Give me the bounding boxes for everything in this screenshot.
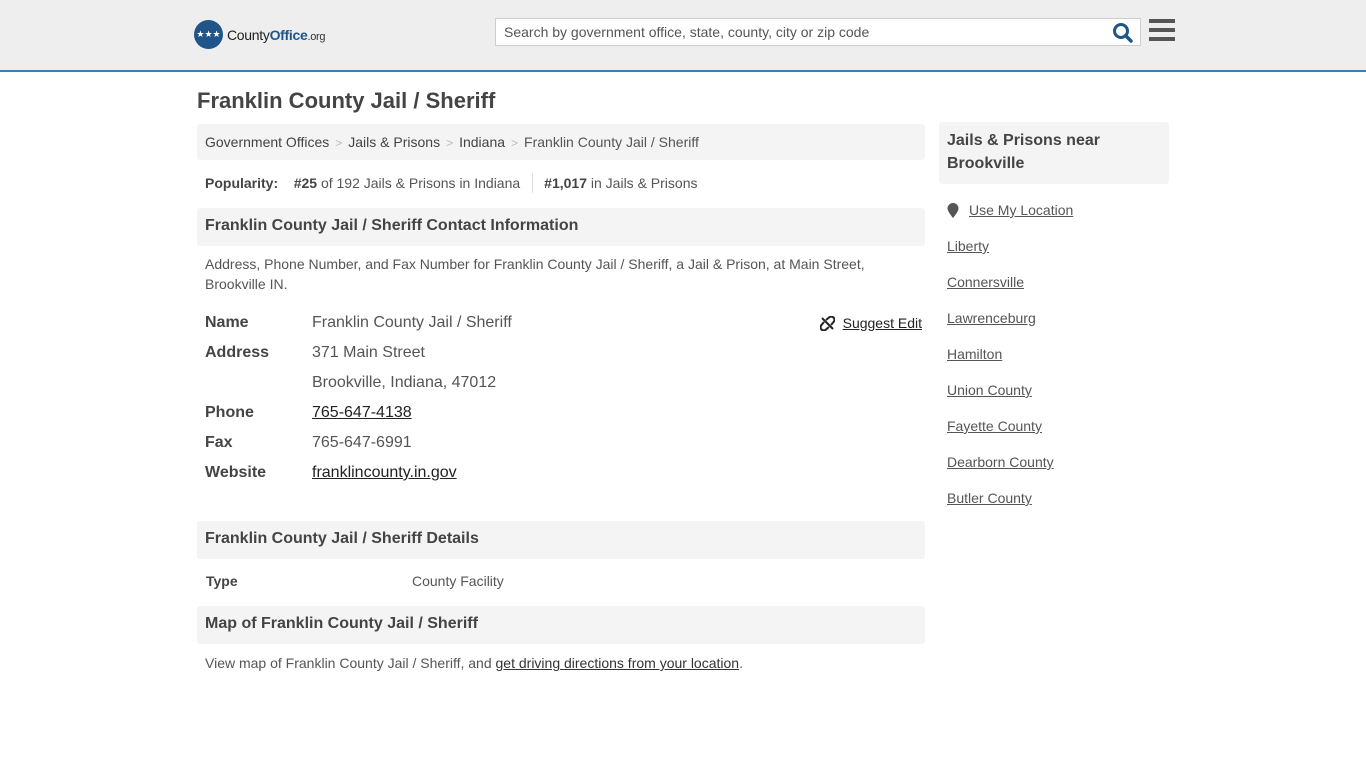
address-line2: Brookville, Indiana, 47012: [312, 374, 497, 391]
contact-heading: Franklin County Jail / Sheriff Contact I…: [197, 208, 925, 246]
page-title: Franklin County Jail / Sheriff: [197, 88, 496, 113]
type-label: Type: [206, 573, 238, 589]
menu-bar: [1149, 28, 1175, 32]
sidebar-heading: Jails & Prisons near Brookville: [939, 122, 1169, 184]
state-rank: #25: [293, 175, 318, 191]
national-rank-text: in Jails & Prisons: [590, 175, 698, 191]
suggest-edit[interactable]: Suggest Edit: [819, 308, 922, 338]
popularity-label: Popularity:: [205, 175, 279, 191]
map-text: View map of Franklin County Jail / Sheri…: [205, 655, 496, 671]
nearby-item: Butler County: [947, 490, 1169, 526]
nearby-item: Hamilton: [947, 346, 1169, 382]
nearby-liberty[interactable]: Liberty: [947, 238, 989, 254]
menu-bar: [1149, 37, 1175, 41]
nearby-hamilton[interactable]: Hamilton: [947, 346, 1002, 362]
fax-label: Fax: [205, 434, 233, 451]
website-link[interactable]: franklincounty.in.gov: [312, 464, 457, 481]
nearby-dearborn-county[interactable]: Dearborn County: [947, 454, 1054, 470]
site-header: ★★★ CountyOffice.org: [0, 0, 1366, 72]
sidebar: Jails & Prisons near Brookville Use My L…: [939, 122, 1169, 526]
details-heading: Franklin County Jail / Sheriff Details: [197, 521, 925, 559]
driving-directions-link[interactable]: get driving directions from your locatio…: [496, 655, 740, 671]
popularity-bar: Popularity: #25 of 192 Jails & Prisons i…: [197, 173, 925, 193]
breadcrumb-government-offices[interactable]: Government Offices: [205, 134, 329, 150]
logo-text: CountyOffice.org: [227, 26, 326, 43]
address-label: Address: [205, 344, 270, 361]
website-label: Website: [205, 464, 267, 481]
name-label: Name: [205, 314, 249, 331]
phone-label: Phone: [205, 404, 254, 421]
search-icon: [1113, 23, 1133, 43]
state-rank-text: of 192 Jails & Prisons in Indiana: [320, 175, 521, 191]
nearby-item: Lawrenceburg: [947, 310, 1169, 346]
fax-row: Fax 765-647-6991: [205, 428, 925, 458]
nearby-item: Connersville: [947, 274, 1169, 310]
contact-info: Suggest Edit Name Franklin County Jail / …: [197, 308, 925, 488]
name-row: Name Franklin County Jail / Sheriff: [205, 308, 925, 338]
use-my-location-link[interactable]: Use My Location: [969, 202, 1073, 218]
nearby-item: Dearborn County: [947, 454, 1169, 490]
phone-row: Phone 765-647-4138: [205, 398, 925, 428]
eagle-stars-icon: ★★★: [194, 20, 223, 49]
breadcrumb-current: Franklin County Jail / Sheriff: [524, 134, 699, 150]
nearby-list: Use My Location Liberty Connersville Law…: [939, 202, 1169, 526]
menu-bar: [1149, 19, 1175, 23]
breadcrumb-separator: >: [335, 136, 343, 150]
divider: [532, 173, 534, 193]
breadcrumb: Government Offices > Jails & Prisons > India…: [197, 124, 925, 160]
suggest-edit-link[interactable]: Suggest Edit: [843, 315, 922, 331]
nearby-union-county[interactable]: Union County: [947, 382, 1032, 398]
site-logo[interactable]: ★★★ CountyOffice.org: [194, 20, 326, 49]
national-rank: #1,017: [544, 175, 587, 191]
map-description: View map of Franklin County Jail / Sheri…: [197, 644, 925, 673]
nearby-connersville[interactable]: Connersville: [947, 274, 1024, 290]
breadcrumb-jails-prisons[interactable]: Jails & Prisons: [348, 134, 440, 150]
breadcrumb-indiana[interactable]: Indiana: [459, 134, 505, 150]
website-row: Website franklincounty.in.gov: [205, 458, 925, 488]
search-button[interactable]: [1112, 22, 1134, 44]
fax-value: 765-647-6991: [312, 434, 412, 451]
nearby-item: Fayette County: [947, 418, 1169, 454]
nearby-butler-county[interactable]: Butler County: [947, 490, 1032, 506]
breadcrumb-separator: >: [511, 136, 519, 150]
use-my-location[interactable]: Use My Location: [947, 202, 1169, 238]
map-heading: Map of Franklin County Jail / Sheriff: [197, 606, 925, 644]
phone-link[interactable]: 765-647-4138: [312, 404, 412, 421]
name-value: Franklin County Jail / Sheriff: [312, 314, 512, 331]
search-box: [495, 18, 1141, 46]
map-pin-icon: [947, 203, 959, 218]
address-row-2: Brookville, Indiana, 47012: [205, 368, 925, 398]
nearby-item: Union County: [947, 382, 1169, 418]
map-suffix: .: [739, 655, 743, 671]
address-row: Address 371 Main Street: [205, 338, 925, 368]
nearby-item: Liberty: [947, 238, 1169, 274]
hamburger-menu-button[interactable]: [1149, 19, 1175, 43]
details-type-row: Type County Facility: [197, 559, 925, 603]
type-value: County Facility: [412, 573, 504, 589]
main-content: Government Offices > Jails & Prisons > India…: [197, 124, 925, 673]
breadcrumb-separator: >: [446, 136, 454, 150]
address-line1: 371 Main Street: [312, 344, 425, 361]
nearby-lawrenceburg[interactable]: Lawrenceburg: [947, 310, 1036, 326]
nearby-fayette-county[interactable]: Fayette County: [947, 418, 1042, 434]
broken-link-icon: [819, 315, 835, 331]
search-input[interactable]: [496, 19, 1096, 45]
contact-description: Address, Phone Number, and Fax Number fo…: [205, 256, 865, 292]
